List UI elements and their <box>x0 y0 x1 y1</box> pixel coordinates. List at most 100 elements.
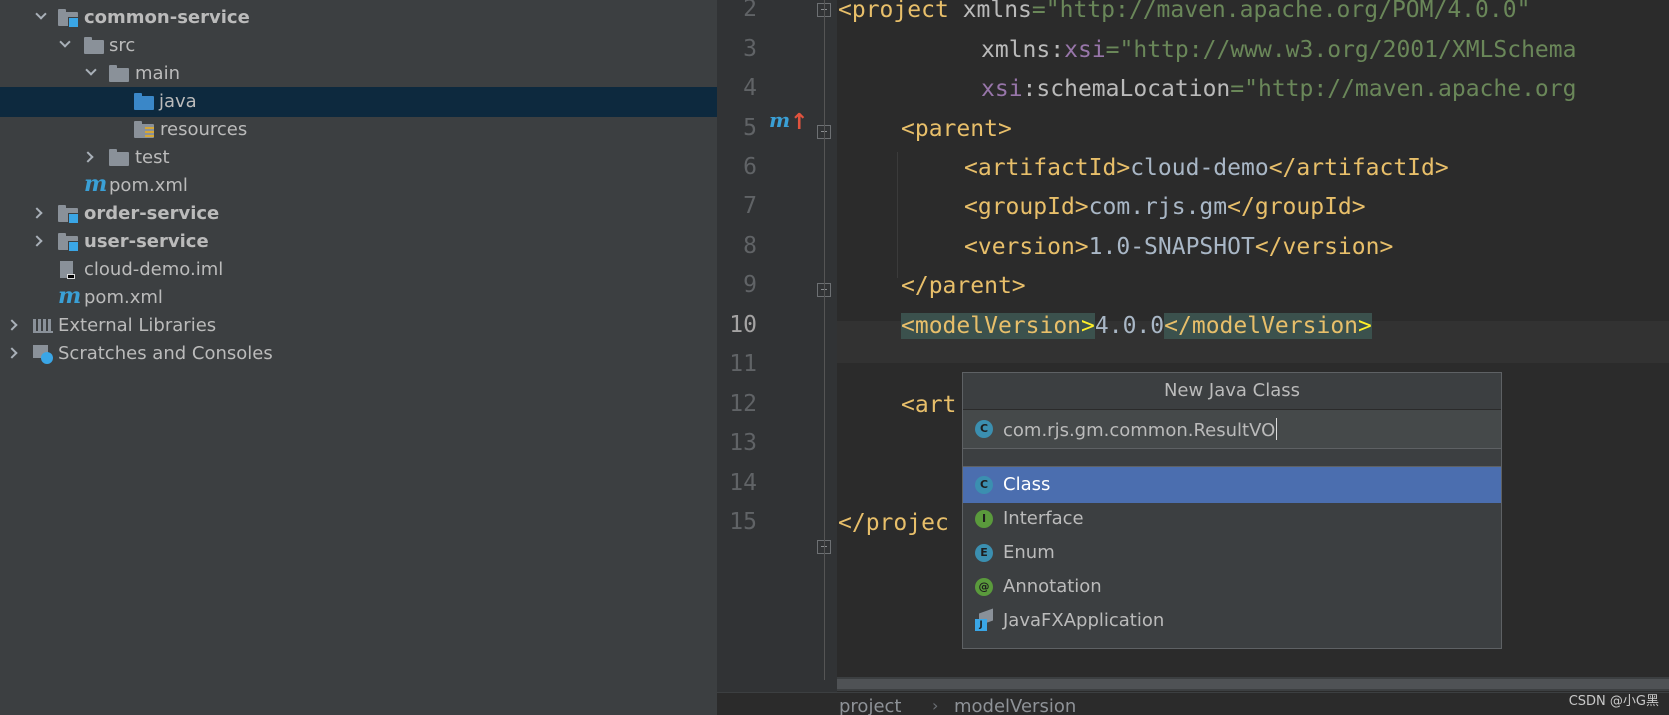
line-number: 8 <box>743 233 757 259</box>
interface-icon: I <box>975 510 993 528</box>
tree-item-label: Scratches and Consoles <box>58 343 273 364</box>
chevron-right-icon: › <box>932 696 939 715</box>
kind-option-interface[interactable]: I Interface <box>963 501 1501 537</box>
tree-item-pom-xml[interactable]: m pom.xml <box>0 171 717 201</box>
line-number: 3 <box>743 36 757 62</box>
module-folder-icon <box>58 233 79 252</box>
line-number: 7 <box>743 193 757 219</box>
tree-item-label: resources <box>160 119 248 140</box>
iml-file-icon <box>58 261 78 279</box>
class-name-input[interactable]: C com.rjs.gm.common.ResultVO <box>963 410 1501 449</box>
tree-item-pom-xml-root[interactable]: m pom.xml <box>0 283 717 313</box>
class-name-value[interactable]: com.rjs.gm.common.ResultVO <box>1003 420 1275 441</box>
class-icon: C <box>975 420 993 438</box>
code-line-4: xsi:schemaLocation="http://maven.apache.… <box>981 76 1577 102</box>
scratches-icon <box>33 345 53 364</box>
tree-item-label: order-service <box>84 203 220 224</box>
line-number: 9 <box>743 272 757 298</box>
line-number-current: 10 <box>729 312 757 338</box>
editor-gutter[interactable]: 2 3 4 5 6 7 8 9 10 11 12 13 14 15 m ↑ <box>717 0 837 715</box>
line-number: 4 <box>743 75 757 101</box>
folder-icon <box>84 37 104 54</box>
annotation-icon: @ <box>975 578 993 596</box>
class-icon: C <box>975 476 993 494</box>
code-line-15: </projec <box>838 510 949 536</box>
maven-gutter-icon[interactable]: m <box>769 108 790 132</box>
breadcrumb: project › modelVersion <box>717 692 1669 715</box>
tree-item-scratches[interactable]: Scratches and Consoles <box>0 339 717 369</box>
arrow-up-icon[interactable]: ↑ <box>790 110 808 135</box>
indent-guide <box>897 152 898 278</box>
tree-item-label: cloud-demo.iml <box>84 259 224 280</box>
kind-option-javafxapplication[interactable]: JavaFXApplication <box>963 603 1501 639</box>
fold-marker-icon[interactable] <box>817 540 831 554</box>
horizontal-scrollbar[interactable] <box>837 677 1669 691</box>
code-line-2: <project xmlns="http://maven.apache.org/… <box>838 0 1531 23</box>
fold-marker-icon[interactable] <box>817 3 831 17</box>
folder-icon <box>109 65 129 82</box>
code-line-10: <modelVersion>4.0.0</modelVersion> <box>901 313 1372 339</box>
code-line-5: <parent> <box>901 116 1012 142</box>
popup-separator <box>963 449 1501 467</box>
chevron-down-icon[interactable] <box>59 36 71 48</box>
library-icon <box>33 317 53 334</box>
code-line-8: <version>1.0-SNAPSHOT</version> <box>964 234 1394 260</box>
new-java-class-popup[interactable]: New Java Class C com.rjs.gm.common.Resul… <box>962 372 1502 649</box>
chevron-right-icon[interactable] <box>31 207 43 219</box>
kind-option-class[interactable]: C Class <box>963 467 1501 503</box>
module-folder-icon <box>58 205 79 224</box>
chevron-down-icon[interactable] <box>85 64 97 76</box>
tree-item-cloud-demo-iml[interactable]: cloud-demo.iml <box>0 255 717 285</box>
kind-label: Class <box>1003 474 1051 495</box>
line-number: 12 <box>729 391 757 417</box>
kind-option-annotation[interactable]: @ Annotation <box>963 569 1501 605</box>
line-number: 11 <box>729 351 757 377</box>
kind-label: Interface <box>1003 508 1084 529</box>
tree-item-label: common-service <box>84 7 250 28</box>
line-number: 2 <box>743 0 757 22</box>
kind-label: JavaFXApplication <box>1003 610 1165 631</box>
tree-item-label: src <box>109 35 136 56</box>
code-line-3: xmlns:xsi="http://www.w3.org/2001/XMLSch… <box>981 37 1577 63</box>
fold-marker-icon[interactable] <box>817 283 831 297</box>
code-line-9: </parent> <box>901 273 1026 299</box>
project-tree[interactable]: common-service src main java resources t… <box>0 0 717 715</box>
tree-item-src[interactable]: src <box>0 31 717 61</box>
watermark: CSDN @小G黑 <box>1568 694 1659 709</box>
tree-item-order-service[interactable]: order-service <box>0 199 717 229</box>
kind-label: Enum <box>1003 542 1055 563</box>
tree-item-common-service[interactable]: common-service <box>0 3 717 33</box>
line-number: 5 <box>743 115 757 141</box>
enum-icon: E <box>975 544 993 562</box>
chevron-right-icon[interactable] <box>6 319 18 331</box>
kind-label: Annotation <box>1003 576 1102 597</box>
popup-title: New Java Class <box>963 373 1501 410</box>
fold-marker-icon[interactable] <box>817 125 831 139</box>
source-folder-icon <box>134 93 154 110</box>
chevron-down-icon[interactable] <box>35 8 47 20</box>
tree-item-main[interactable]: main <box>0 59 717 89</box>
code-line-7: <groupId>com.rjs.gm</groupId> <box>964 194 1366 220</box>
tree-item-user-service[interactable]: user-service <box>0 227 717 257</box>
javafx-icon <box>975 611 995 631</box>
tree-item-java[interactable]: java <box>0 87 717 117</box>
chevron-right-icon[interactable] <box>82 151 94 163</box>
tree-item-label: pom.xml <box>84 287 163 308</box>
tree-item-external-libraries[interactable]: External Libraries <box>0 311 717 341</box>
chevron-right-icon[interactable] <box>6 347 18 359</box>
tree-item-test[interactable]: test <box>0 143 717 173</box>
maven-icon: m <box>58 283 82 309</box>
maven-icon: m <box>84 171 108 197</box>
scrollbar-thumb[interactable] <box>837 679 1669 689</box>
folder-icon <box>109 149 129 166</box>
breadcrumb-item-project[interactable]: project <box>839 696 901 715</box>
chevron-right-icon[interactable] <box>31 235 43 247</box>
text-caret <box>1276 418 1278 440</box>
kind-option-enum[interactable]: E Enum <box>963 535 1501 571</box>
resources-folder-icon <box>134 121 154 138</box>
code-line-6: <artifactId>cloud-demo</artifactId> <box>964 155 1449 181</box>
tree-item-resources[interactable]: resources <box>0 115 717 145</box>
module-folder-icon <box>58 9 79 28</box>
line-number: 13 <box>729 430 757 456</box>
breadcrumb-item-modelversion[interactable]: modelVersion <box>954 696 1076 715</box>
